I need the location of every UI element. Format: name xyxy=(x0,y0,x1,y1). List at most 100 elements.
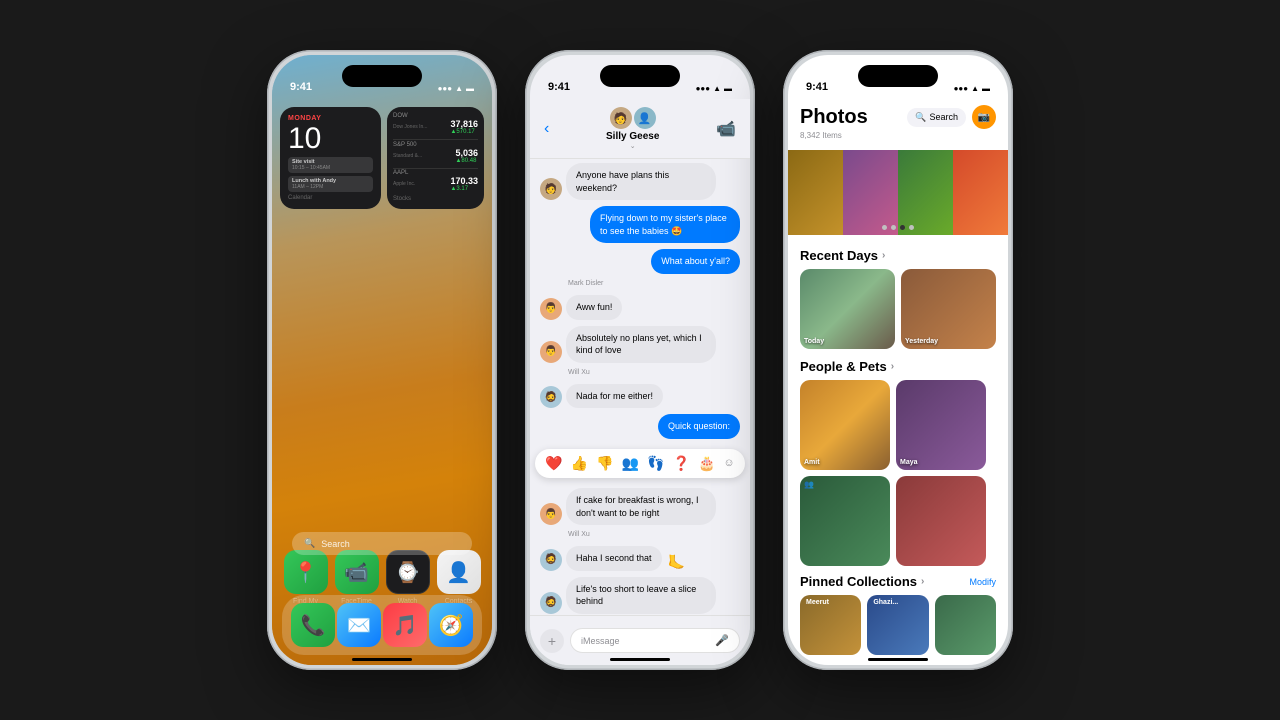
dock-phone[interactable]: 📞 xyxy=(291,603,335,647)
message-5: 👨 Absolutely no plans yet, which I kind … xyxy=(540,326,740,363)
stock-dow: DOW Dow Jones In... 37,816 ▲570.17 xyxy=(393,113,478,135)
stock-divider-1 xyxy=(393,139,478,140)
hero-pagination-dots xyxy=(882,225,914,230)
message-8: 👨 If cake for breakfast is wrong, I don'… xyxy=(540,488,740,525)
sender-avatar-1: 🧑 xyxy=(540,178,562,200)
tapback-exclaim[interactable]: 👣 xyxy=(647,455,664,472)
tapback-bar[interactable]: ❤️ 👍 👎 👥 👣 ❓ 🎂 ☺ xyxy=(535,449,744,478)
tapback-thumbdown[interactable]: 👎 xyxy=(596,455,613,472)
status-time-3: 9:41 xyxy=(806,81,828,93)
pinned-card-1[interactable]: Meerut xyxy=(800,595,861,655)
mic-icon[interactable]: 🎤 xyxy=(715,634,729,647)
day-card-yesterday[interactable]: Yesterday xyxy=(901,269,996,349)
pinned-card-2[interactable]: Ghazi... xyxy=(867,595,928,655)
person-card-3[interactable]: 👥 xyxy=(800,476,890,566)
pinned-card-1-label: Meerut xyxy=(800,595,861,610)
watch-icon: ⌚ xyxy=(395,560,420,585)
search-icon-photos: 🔍 xyxy=(915,112,926,123)
sender-avatar-10: 🧔 xyxy=(540,592,562,614)
wifi-icon-3: ▲ xyxy=(971,84,979,93)
avatar-1: 🧑 xyxy=(610,107,632,129)
pinned-chevron: › xyxy=(921,576,924,587)
pinned-modify-button[interactable]: Modify xyxy=(969,577,996,587)
stocks-widget[interactable]: DOW Dow Jones In... 37,816 ▲570.17 S&P 5… xyxy=(387,107,484,209)
hero-photo-3 xyxy=(898,150,953,235)
message-input-field[interactable]: iMessage 🎤 xyxy=(570,628,740,653)
safari-icon: 🧭 xyxy=(439,613,464,638)
photos-title-row: Photos 🔍 Search 📷 xyxy=(800,105,996,129)
calendar-widget[interactable]: MONDAY 10 Site visit 10:15 – 10:45AM Lun… xyxy=(280,107,381,209)
bubble-9: Haha I second that xyxy=(566,546,662,571)
pinned-collections-header[interactable]: Pinned Collections › Modify xyxy=(800,574,996,589)
tapback-container[interactable]: ❤️ 👍 👎 👥 👣 ❓ 🎂 ☺ xyxy=(540,447,740,480)
pinned-row: Meerut Ghazi... xyxy=(800,595,996,655)
signal-icon-3: ●●● xyxy=(954,84,969,93)
people-pets-header[interactable]: People & Pets › xyxy=(800,359,996,374)
sender-avatar-mark: 👨 xyxy=(540,298,562,320)
messages-body[interactable]: 🧑 Anyone have plans this weekend? Flying… xyxy=(530,155,750,615)
dynamic-island xyxy=(342,65,422,87)
search-bar[interactable]: 🔍 Search xyxy=(292,532,472,555)
search-label-photos: Search xyxy=(929,112,958,122)
message-10: 🧔 Life's too short to leave a slice behi… xyxy=(540,577,740,614)
person-group-icon: 👥 xyxy=(804,480,814,489)
person-card-4[interactable] xyxy=(896,476,986,566)
wifi-icon-2: ▲ xyxy=(713,84,721,93)
bubble-6: Nada for me either! xyxy=(566,384,663,409)
bubble-4: Aww fun! xyxy=(566,295,622,320)
hero-photo-1 xyxy=(788,150,843,235)
dynamic-island-2 xyxy=(600,65,680,87)
group-name: Silly Geese xyxy=(606,131,659,142)
dock-safari[interactable]: 🧭 xyxy=(429,603,473,647)
wifi-icon: ▲ xyxy=(455,84,463,93)
add-attachment-button[interactable]: + xyxy=(540,629,564,653)
calendar-event-1: Site visit 10:15 – 10:45AM xyxy=(288,157,373,173)
dot-4 xyxy=(909,225,914,230)
recent-days-title: Recent Days › xyxy=(800,248,885,263)
message-2: Flying down to my sister's place to see … xyxy=(540,206,740,243)
person-label-maya: Maya xyxy=(900,459,982,466)
tapback-thumbup[interactable]: 👍 xyxy=(571,455,588,472)
calendar-date: 10 xyxy=(288,124,373,154)
person-card-2[interactable]: Maya xyxy=(896,380,986,470)
phone-photos: 9:41 ●●● ▲ ▬ Photos 🔍 Search 📷 xyxy=(783,50,1013,670)
photos-hero-strip[interactable] xyxy=(788,150,1008,235)
day-card-today[interactable]: Today xyxy=(800,269,895,349)
photos-search-button[interactable]: 🔍 Search xyxy=(907,108,966,127)
photos-header-right: 🔍 Search 📷 xyxy=(907,105,996,129)
facetime-icon: 📹 xyxy=(344,560,369,585)
battery-icon-3: ▬ xyxy=(982,84,990,93)
pinned-card-2-label: Ghazi... xyxy=(867,595,928,610)
message-9: 🧔 Haha I second that 🦶 xyxy=(540,546,740,571)
tapback-heart[interactable]: ❤️ xyxy=(545,455,562,472)
tapback-haha[interactable]: 👥 xyxy=(622,455,639,472)
tapback-more[interactable]: ☺ xyxy=(723,457,734,469)
pinned-card-3[interactable] xyxy=(935,595,996,655)
hero-photo-2 xyxy=(843,150,898,235)
yesterday-label: Yesterday xyxy=(905,338,992,345)
person-card-1[interactable]: Amit xyxy=(800,380,890,470)
today-label: Today xyxy=(804,338,891,345)
tapback-cake[interactable]: 🎂 xyxy=(698,455,715,472)
message-3: What about y'all? xyxy=(540,249,740,274)
avatar-2: 👤 xyxy=(634,107,656,129)
message-6: 🧔 Nada for me either! xyxy=(540,384,740,409)
battery-icon: ▬ xyxy=(466,84,474,93)
calendar-event-2: Lunch with Andy 11AM – 12PM xyxy=(288,176,373,192)
dock-music[interactable]: 🎵 xyxy=(383,603,427,647)
dock-mail[interactable]: ✉️ xyxy=(337,603,381,647)
mail-icon: ✉️ xyxy=(347,613,372,638)
recent-days-header[interactable]: Recent Days › xyxy=(800,248,996,263)
group-info[interactable]: 🧑 👤 Silly Geese ⌄ xyxy=(606,107,659,150)
photos-user-avatar[interactable]: 📷 xyxy=(972,105,996,129)
people-grid: Amit Maya 👥 xyxy=(800,380,996,566)
back-button[interactable]: ‹ xyxy=(544,120,549,138)
tapback-question[interactable]: ❓ xyxy=(673,455,690,472)
sender-avatar-will: 🧔 xyxy=(540,386,562,408)
sender-will-2: Will Xu xyxy=(540,531,740,538)
home-indicator-3 xyxy=(868,658,928,661)
messages-header: ‹ 🧑 👤 Silly Geese ⌄ 📹 xyxy=(530,99,750,159)
bubble-10: Life's too short to leave a slice behind xyxy=(566,577,716,614)
dot-2 xyxy=(891,225,896,230)
video-call-button[interactable]: 📹 xyxy=(716,119,736,139)
